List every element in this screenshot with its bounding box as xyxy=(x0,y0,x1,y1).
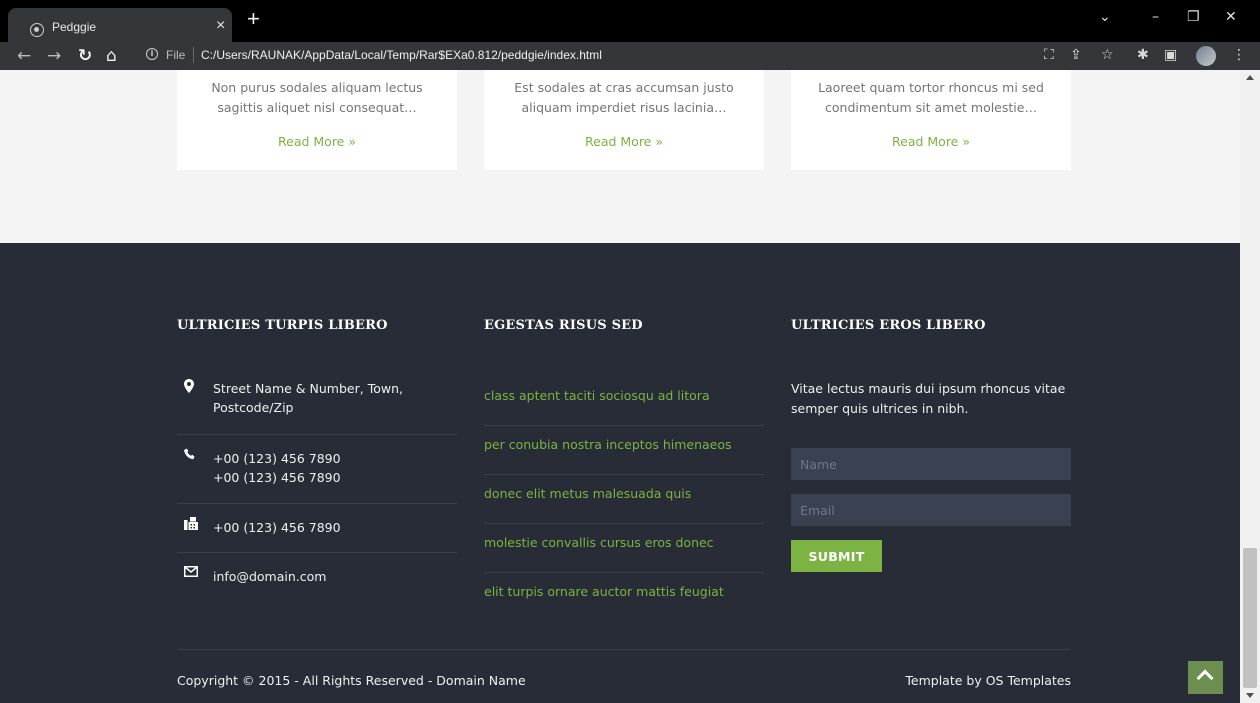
card-text: Laoreet quam tortor rhoncus mi sed condi… xyxy=(818,80,1044,115)
contact-phone-2: +00 (123) 456 7890 xyxy=(213,470,341,485)
footer-link[interactable]: class aptent taciti sociosqu ad litora xyxy=(484,388,710,403)
read-more-link[interactable]: Read More » xyxy=(791,134,1071,149)
scrollbar-thumb[interactable] xyxy=(1243,548,1257,688)
template-credit[interactable]: Template by OS Templates xyxy=(905,673,1071,688)
omnibox-file-label: File xyxy=(166,48,186,62)
close-window-icon[interactable]: ✕ xyxy=(1225,9,1237,25)
contact-email[interactable]: info@domain.com xyxy=(213,567,326,586)
scroll-up-icon[interactable] xyxy=(1246,75,1254,80)
phone-icon xyxy=(184,448,196,464)
menu-dots-icon[interactable]: ⋮ xyxy=(1232,47,1246,63)
extensions-icon[interactable]: ✱ xyxy=(1137,47,1149,63)
scroll-down-icon[interactable] xyxy=(1246,693,1254,698)
footer: ULTRICIES TURPIS LIBERO EGESTAS RISUS SE… xyxy=(0,243,1240,703)
contact-fax-row: +00 (123) 456 7890 xyxy=(177,517,457,553)
tab-search-icon[interactable]: ⌄ xyxy=(1099,9,1111,25)
share-icon[interactable]: ⇪ xyxy=(1070,47,1082,63)
minimize-icon[interactable]: – xyxy=(1152,9,1159,25)
info-icon[interactable]: i xyxy=(146,48,158,60)
card: Non purus sodales aliquam lectus sagitti… xyxy=(177,70,457,170)
card-text: Non purus sodales aliquam lectus sagitti… xyxy=(211,80,423,115)
profile-avatar[interactable] xyxy=(1196,46,1216,66)
contact-column-title: ULTRICIES TURPIS LIBERO xyxy=(177,318,388,333)
tab-title: Pedggie xyxy=(52,20,97,34)
omnibox-divider xyxy=(193,47,194,63)
restore-icon[interactable]: ❐ xyxy=(1187,9,1200,25)
copyright-text: Copyright © 2015 - All Rights Reserved -… xyxy=(177,673,526,688)
browser-tab-bar: Pedggie × + ⌄ – ❐ ✕ xyxy=(0,0,1260,42)
footer-link-item[interactable]: class aptent taciti sociosqu ad litora xyxy=(484,377,764,426)
contact-address: Street Name & Number, Town, Postcode/Zip xyxy=(213,381,403,415)
footer-link[interactable]: elit turpis ornare auctor mattis feugiat xyxy=(484,584,724,599)
contact-fax: +00 (123) 456 7890 xyxy=(213,520,341,535)
tab-close-icon[interactable]: × xyxy=(216,17,225,35)
bookmark-star-icon[interactable]: ☆ xyxy=(1101,47,1114,63)
home-icon[interactable]: ⌂ xyxy=(106,46,117,66)
footer-link[interactable]: molestie convallis cursus eros donec xyxy=(484,535,714,550)
footer-link-item[interactable]: donec elit metus malesuada quis xyxy=(484,475,764,524)
contact-email-row: info@domain.com xyxy=(177,566,457,596)
contact-phone-row: +00 (123) 456 7890 +00 (123) 456 7890 xyxy=(177,448,457,504)
forward-icon[interactable]: → xyxy=(47,46,61,66)
translate-icon[interactable]: ⛶ xyxy=(1044,47,1054,63)
card: Est sodales at cras accumsan justo aliqu… xyxy=(484,70,764,170)
footer-divider xyxy=(177,649,1071,650)
email-input[interactable] xyxy=(791,494,1071,526)
footer-link-item[interactable]: per conubia nostra inceptos himenaeos xyxy=(484,426,764,475)
footer-link-item[interactable]: elit turpis ornare auctor mattis feugiat xyxy=(484,573,764,622)
name-input[interactable] xyxy=(791,448,1071,480)
omnibox-url[interactable]: C:/Users/RAUNAK/AppData/Local/Temp/Rar$E… xyxy=(201,48,602,62)
browser-tab[interactable]: Pedggie × xyxy=(8,8,232,42)
side-panel-icon[interactable]: ▣ xyxy=(1164,47,1177,63)
address-bar: ← → ↻ ⌂ i File C:/Users/RAUNAK/AppData/L… xyxy=(0,42,1260,70)
footer-link-item[interactable]: molestie convallis cursus eros donec xyxy=(484,524,764,573)
back-to-top-button[interactable] xyxy=(1188,661,1223,694)
scrollbar[interactable] xyxy=(1240,70,1260,703)
read-more-link[interactable]: Read More » xyxy=(484,134,764,149)
envelope-icon xyxy=(184,566,198,581)
links-column-title: EGESTAS RISUS SED xyxy=(484,318,643,333)
footer-link[interactable]: donec elit metus malesuada quis xyxy=(484,486,691,501)
newsletter-text: Vitae lectus mauris dui ipsum rhoncus vi… xyxy=(791,381,1066,416)
new-tab-button[interactable]: + xyxy=(247,6,260,32)
fax-icon xyxy=(184,517,198,534)
newsletter-column-title: ULTRICIES EROS LIBERO xyxy=(791,318,986,333)
map-marker-icon xyxy=(184,379,194,397)
contact-phone-1: +00 (123) 456 7890 xyxy=(213,451,341,466)
card-text: Est sodales at cras accumsan justo aliqu… xyxy=(514,80,734,115)
globe-icon xyxy=(30,23,44,37)
card: Laoreet quam tortor rhoncus mi sed condi… xyxy=(791,70,1071,170)
read-more-link[interactable]: Read More » xyxy=(177,134,457,149)
contact-address-row: Street Name & Number, Town, Postcode/Zip xyxy=(177,379,457,435)
reload-icon[interactable]: ↻ xyxy=(78,46,92,66)
submit-button[interactable]: SUBMIT xyxy=(791,540,882,572)
cards-section: Non purus sodales aliquam lectus sagitti… xyxy=(0,70,1240,243)
page-viewport: Non purus sodales aliquam lectus sagitti… xyxy=(0,70,1240,703)
footer-link[interactable]: per conubia nostra inceptos himenaeos xyxy=(484,437,732,452)
back-icon[interactable]: ← xyxy=(17,46,31,66)
